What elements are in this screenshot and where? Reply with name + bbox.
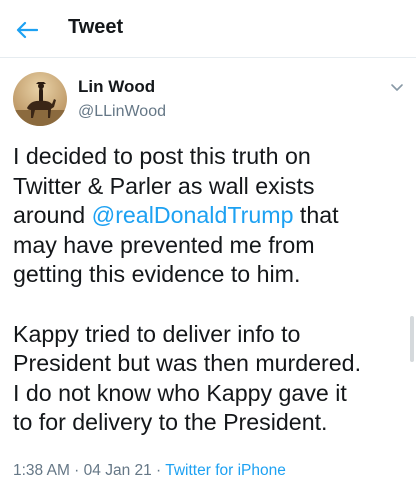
meta-separator: · (151, 462, 166, 479)
tweet-line: I do not know who Kappy gave it (13, 379, 347, 406)
tweet-line: I decided to post this truth on (13, 143, 311, 169)
meta-separator: · (69, 462, 84, 479)
avatar[interactable] (13, 72, 67, 126)
chevron-down-icon (391, 84, 403, 91)
author-name[interactable]: Lin Wood (78, 77, 155, 97)
tweet-line: President but was then murdered. (13, 350, 362, 377)
back-arrow-icon (16, 21, 38, 39)
horse-rider-avatar-icon (13, 72, 67, 126)
tweet-time: 1:38 AM (13, 462, 70, 479)
tweet-meta: 1:38 AM · 04 Jan 21 · Twitter for iPhone (13, 462, 286, 480)
tweet-line: Kappy tried to deliver info to (13, 320, 301, 347)
back-button[interactable] (12, 15, 42, 45)
more-options-button[interactable] (390, 80, 404, 91)
tweet-line: to for delivery to the President. (13, 409, 328, 436)
tweet-text-fragment: that (293, 202, 339, 229)
page-title: Tweet (68, 16, 124, 38)
scrollbar[interactable] (410, 316, 414, 362)
top-bar: Tweet (0, 0, 416, 58)
tweet-text: I decided to post this truth on Twitter … (13, 142, 411, 438)
author-handle[interactable]: @LLinWood (78, 103, 166, 121)
tweet-line: around @realDonaldTrump that (13, 201, 411, 231)
tweet-line: may have prevented me from (13, 231, 315, 258)
tweet-text-fragment: around (13, 202, 92, 229)
tweet-source-link[interactable]: Twitter for iPhone (165, 462, 286, 479)
tweet-line: Twitter & Parler as wall exists (13, 172, 315, 199)
tweet-author: Lin Wood @LLinWood (0, 58, 416, 138)
tweet-line: getting this evidence to him. (13, 261, 301, 288)
tweet-date: 04 Jan 21 (83, 462, 152, 479)
mention-link[interactable]: @realDonaldTrump (92, 202, 294, 228)
